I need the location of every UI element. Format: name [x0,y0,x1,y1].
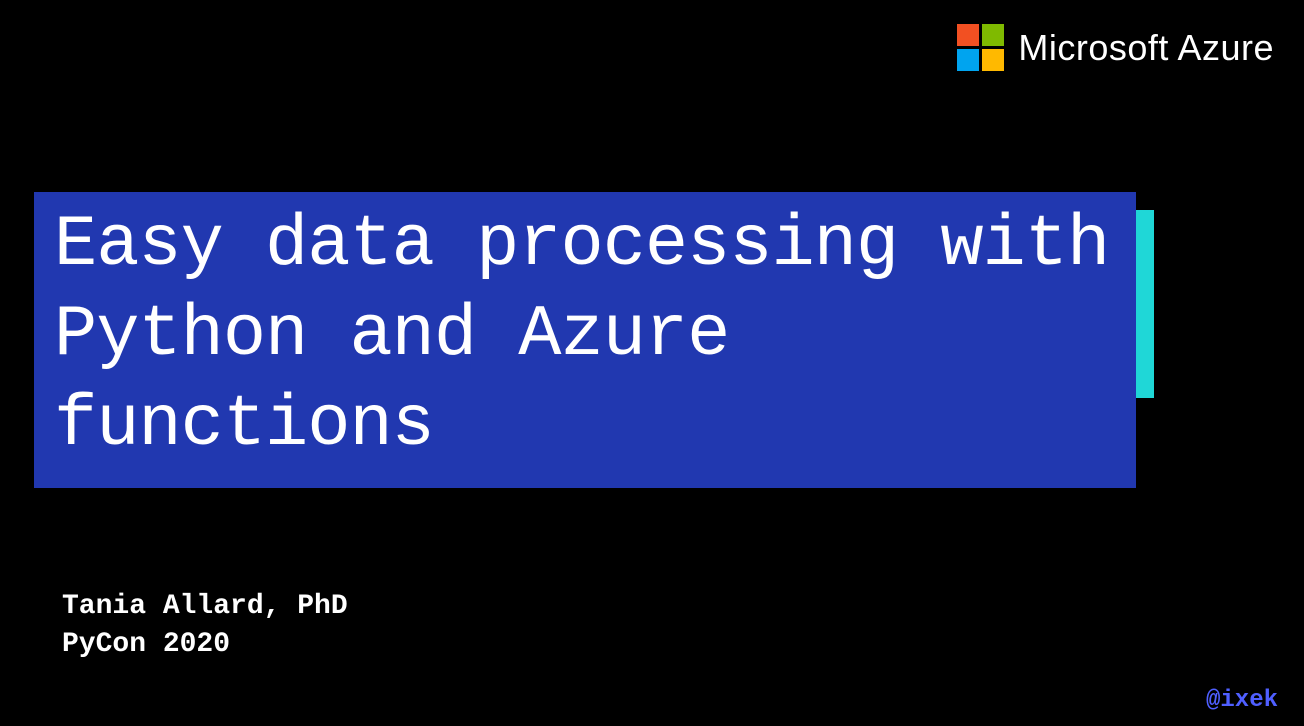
microsoft-logo-icon [957,24,1004,71]
logo-square-yellow [982,49,1004,71]
presentation-title: Easy data processing with Python and Azu… [54,200,1116,470]
author-name: Tania Allard, PhD [62,588,348,626]
logo-square-red [957,24,979,46]
title-box: Easy data processing with Python and Azu… [34,192,1136,488]
event-name: PyCon 2020 [62,626,348,664]
author-block: Tania Allard, PhD PyCon 2020 [62,588,348,664]
twitter-handle: @ixek [1206,687,1278,714]
brand-text: Microsoft Azure [1018,27,1274,69]
title-container: Easy data processing with Python and Azu… [34,192,1136,488]
logo-square-blue [957,49,979,71]
brand-logo-block: Microsoft Azure [957,24,1274,71]
logo-square-green [982,24,1004,46]
